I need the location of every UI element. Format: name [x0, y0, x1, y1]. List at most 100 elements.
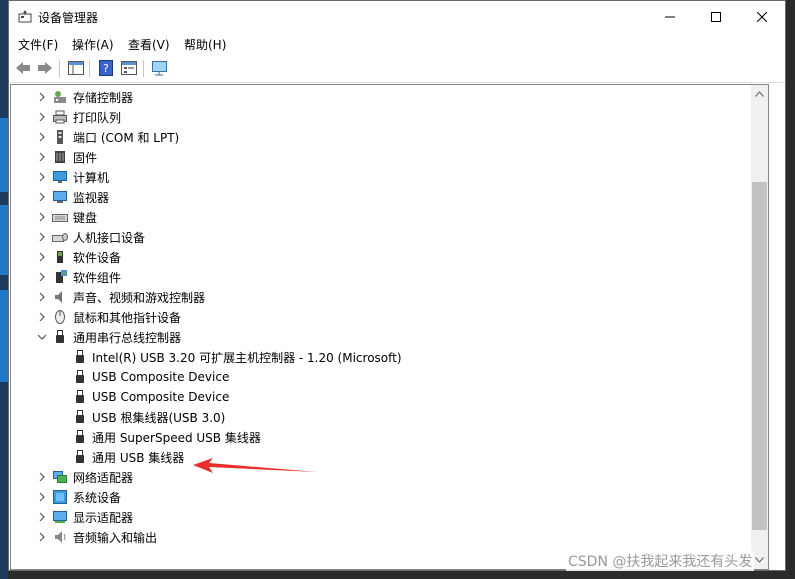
forward-button[interactable] — [35, 58, 55, 78]
tree-category-label: 软件设备 — [73, 250, 122, 265]
desktop-background — [0, 0, 8, 579]
tree-device[interactable]: 通用 SuperSpeed USB 集线器 — [11, 427, 751, 447]
close-icon — [757, 11, 767, 22]
tree-category[interactable]: 人机接口设备 — [11, 227, 751, 247]
tree-category-label: 打印队列 — [73, 110, 122, 125]
chevron-right-icon[interactable] — [37, 511, 47, 523]
computer-icon — [52, 169, 68, 185]
tree-category[interactable]: 通用串行总线控制器 — [11, 327, 751, 347]
tree-category-label: 软件组件 — [73, 270, 122, 285]
properties-button[interactable] — [119, 58, 139, 78]
tree-category-label: 声音、视频和游戏控制器 — [73, 290, 206, 305]
storage-controller-icon — [52, 89, 68, 105]
tree-device[interactable]: USB 根集线器(USB 3.0) — [11, 407, 751, 427]
tree-category[interactable]: 系统设备 — [11, 487, 751, 507]
scroll-up-button[interactable] — [751, 87, 768, 101]
tree-device-label: USB Composite Device — [92, 390, 230, 404]
tree-device[interactable]: USB Composite Device — [11, 367, 751, 387]
tree-category-label: 固件 — [73, 150, 98, 165]
software-component-icon — [52, 269, 68, 285]
scrollbar-thumb[interactable] — [752, 182, 767, 530]
usb-device-icon — [72, 409, 88, 425]
toolbar: ? — [9, 54, 785, 83]
tree-category[interactable]: 软件设备 — [11, 247, 751, 267]
maximize-icon — [711, 11, 721, 22]
port-icon — [52, 129, 68, 145]
chevron-down-icon[interactable] — [37, 331, 47, 343]
usb-device-icon — [72, 349, 88, 365]
toolbar-separator — [59, 60, 60, 77]
chevron-right-icon[interactable] — [37, 91, 47, 103]
tree-category-label: 人机接口设备 — [73, 230, 146, 245]
help-icon: ? — [99, 60, 113, 76]
tree-device-label: USB 根集线器(USB 3.0) — [92, 410, 226, 425]
tree-category-label: 音频输入和输出 — [73, 530, 158, 545]
tree-category[interactable]: 监视器 — [11, 187, 751, 207]
audio-io-icon — [52, 529, 68, 545]
hid-icon — [52, 229, 68, 245]
scan-hardware-button[interactable] — [150, 58, 170, 78]
chevron-right-icon[interactable] — [37, 191, 47, 203]
system-device-icon — [52, 489, 68, 505]
chevron-right-icon[interactable] — [37, 231, 47, 243]
menu-help[interactable]: 帮助(H) — [184, 36, 226, 53]
keyboard-icon — [52, 209, 68, 225]
chevron-right-icon[interactable] — [37, 471, 47, 483]
software-device-icon — [52, 249, 68, 265]
tree-category[interactable]: 键盘 — [11, 207, 751, 227]
chevron-right-icon[interactable] — [37, 211, 47, 223]
chevron-up-icon — [755, 91, 764, 97]
usb-device-icon — [72, 389, 88, 405]
close-button[interactable] — [739, 1, 785, 32]
chevron-right-icon[interactable] — [37, 271, 47, 283]
tree-device-label: USB Composite Device — [92, 370, 230, 384]
menu-action[interactable]: 操作(A) — [72, 36, 114, 53]
chevron-right-icon[interactable] — [37, 291, 47, 303]
show-hide-console-tree-button[interactable] — [66, 58, 86, 78]
svg-text:?: ? — [103, 62, 109, 75]
chevron-right-icon[interactable] — [37, 531, 47, 543]
usb-controller-icon — [52, 329, 68, 345]
chevron-right-icon[interactable] — [37, 251, 47, 263]
tree-category[interactable]: 打印队列 — [11, 107, 751, 127]
back-button[interactable] — [13, 58, 33, 78]
chevron-right-icon[interactable] — [37, 151, 47, 163]
tree-category[interactable]: 固件 — [11, 147, 751, 167]
desktop-tile — [0, 118, 8, 192]
tree-category[interactable]: 音频输入和输出 — [11, 527, 751, 547]
chevron-right-icon[interactable] — [37, 171, 47, 183]
tree-category[interactable]: 存储控制器 — [11, 87, 751, 107]
chevron-down-icon — [755, 557, 764, 563]
help-button[interactable]: ? — [96, 58, 116, 78]
tree-category[interactable]: 声音、视频和游戏控制器 — [11, 287, 751, 307]
back-icon — [16, 62, 30, 74]
tree-category[interactable]: 网络适配器 — [11, 467, 751, 487]
chevron-right-icon[interactable] — [37, 131, 47, 143]
tree-category[interactable]: 软件组件 — [11, 267, 751, 287]
tree-device[interactable]: 通用 USB 集线器 — [11, 447, 751, 467]
vertical-scrollbar[interactable] — [751, 85, 768, 569]
chevron-right-icon[interactable] — [37, 311, 47, 323]
tree-category-label: 系统设备 — [73, 490, 122, 505]
scan-hardware-icon — [152, 61, 167, 76]
tree-category[interactable]: 计算机 — [11, 167, 751, 187]
menu-view[interactable]: 查看(V) — [128, 36, 170, 53]
minimize-button[interactable] — [647, 1, 693, 32]
tree-device[interactable]: USB Composite Device — [11, 387, 751, 407]
tree-category-label: 通用串行总线控制器 — [73, 330, 182, 345]
watermark: CSDN @扶我起来我还有头发 — [566, 551, 755, 571]
tree-category[interactable]: 端口 (COM 和 LPT) — [11, 127, 751, 147]
tree-category[interactable]: 显示适配器 — [11, 507, 751, 527]
menu-file[interactable]: 文件(F) — [18, 36, 58, 53]
mouse-icon — [52, 309, 68, 325]
chevron-right-icon[interactable] — [37, 111, 47, 123]
device-tree[interactable]: 存储控制器打印队列端口 (COM 和 LPT) 固件计算机监视器键盘人机接口设备软… — [10, 84, 769, 570]
maximize-button[interactable] — [693, 1, 739, 32]
tree-category[interactable]: 鼠标和其他指针设备 — [11, 307, 751, 327]
tree-device[interactable]: Intel(R) USB 3.20 可扩展主机控制器 - 1.20 (Micro… — [11, 347, 751, 367]
tree-category-label: 监视器 — [73, 190, 110, 205]
network-adapter-icon — [52, 469, 68, 485]
title-bar[interactable]: 设备管理器 — [9, 1, 785, 32]
sound-icon — [52, 289, 68, 305]
chevron-right-icon[interactable] — [37, 491, 47, 503]
